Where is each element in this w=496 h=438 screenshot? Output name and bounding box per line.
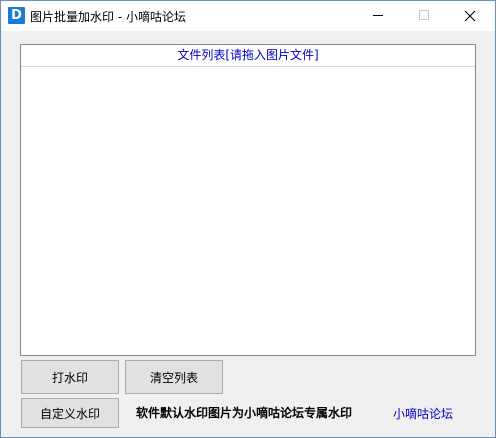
app-icon: D bbox=[8, 7, 25, 24]
close-button[interactable] bbox=[447, 1, 493, 31]
title-bar[interactable]: D 图片批量加水印 - 小嘀咕论坛 bbox=[1, 1, 495, 31]
window-title: 图片批量加水印 - 小嘀咕论坛 bbox=[30, 10, 186, 24]
maximize-icon bbox=[419, 10, 429, 20]
forum-link[interactable]: 小嘀咕论坛 bbox=[393, 405, 453, 422]
file-list-header[interactable]: 文件列表[请拖入图片文件] bbox=[21, 45, 475, 67]
file-list[interactable]: 文件列表[请拖入图片文件] bbox=[20, 44, 476, 356]
app-window: D 图片批量加水印 - 小嘀咕论坛 文件列表[请拖入图片文件] 打水印 清空列表… bbox=[0, 0, 496, 438]
minimize-button[interactable] bbox=[355, 1, 401, 31]
default-watermark-note: 软件默认水印图片为小嘀咕论坛专属水印 bbox=[136, 406, 353, 420]
minimize-icon bbox=[373, 15, 383, 16]
clear-list-button[interactable]: 清空列表 bbox=[125, 360, 223, 394]
custom-watermark-button[interactable]: 自定义水印 bbox=[21, 398, 119, 428]
maximize-button[interactable] bbox=[401, 1, 447, 31]
apply-watermark-button[interactable]: 打水印 bbox=[21, 360, 119, 394]
close-icon bbox=[464, 10, 476, 22]
